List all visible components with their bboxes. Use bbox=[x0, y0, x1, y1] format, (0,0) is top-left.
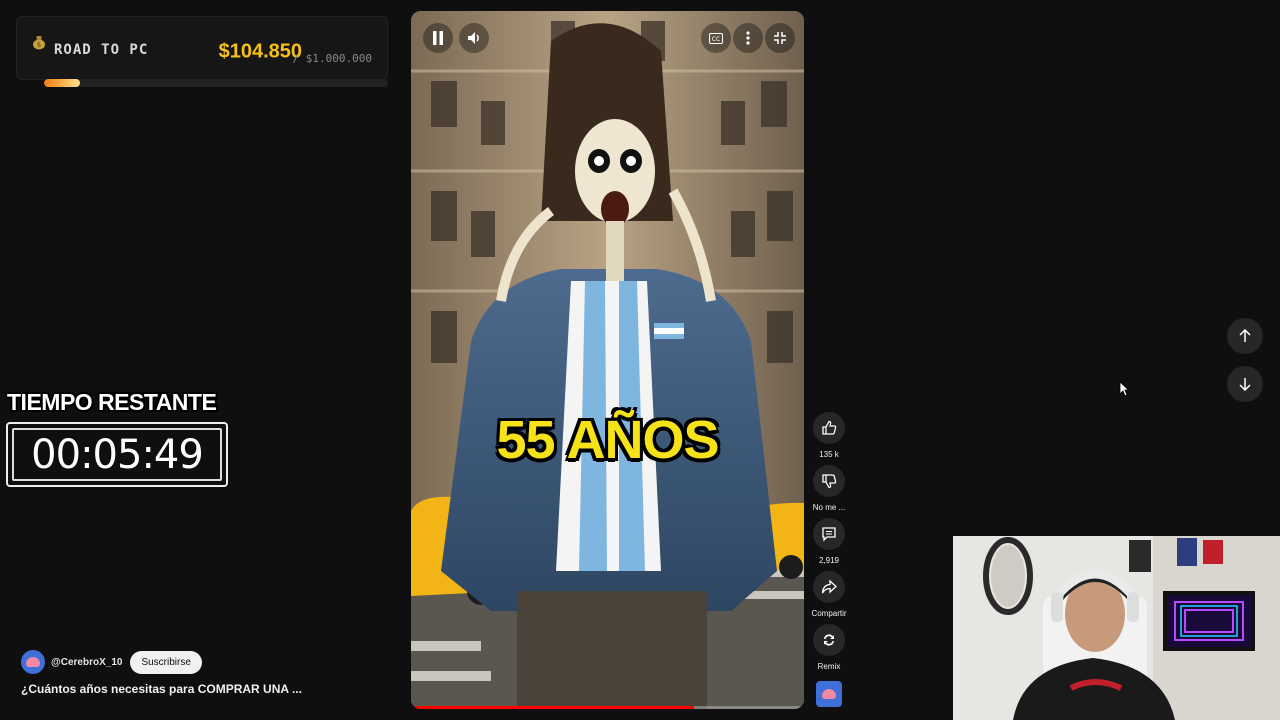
arrow-up-icon bbox=[1239, 329, 1251, 342]
like-button[interactable]: 135 k bbox=[813, 412, 845, 459]
share-icon bbox=[821, 579, 837, 594]
remix-label: Remix bbox=[817, 662, 841, 671]
channel-avatar[interactable] bbox=[21, 650, 45, 674]
goal-target-amount: / $1.000.000 bbox=[292, 52, 372, 65]
sound-avatar-icon bbox=[822, 689, 836, 699]
video-frame-image bbox=[411, 11, 804, 709]
timer-label: TIEMPO RESTANTE bbox=[7, 389, 217, 415]
goal-current-amount: $104.850 bbox=[218, 40, 302, 63]
remix-button[interactable]: Remix bbox=[813, 624, 845, 671]
volume-icon bbox=[468, 32, 479, 44]
arrow-down-icon bbox=[1239, 378, 1251, 391]
channel-handle[interactable]: @CerebroX_10 bbox=[51, 657, 122, 668]
video-progress-fill bbox=[411, 706, 694, 709]
comments-button[interactable]: 2,919 bbox=[813, 518, 845, 565]
previous-video-button[interactable] bbox=[1227, 318, 1263, 354]
video-overlay-caption: 55 AÑOS bbox=[496, 410, 719, 470]
dislike-button[interactable]: No me ... bbox=[813, 465, 845, 512]
goal-title: ROAD TO PC bbox=[54, 42, 149, 58]
channel-info: @CerebroX_10 Suscribirse bbox=[21, 650, 202, 674]
video-title[interactable]: ¿Cuántos años necesitas para COMPRAR UNA… bbox=[21, 682, 302, 696]
subscribe-button[interactable]: Suscribirse bbox=[130, 650, 202, 674]
goal-progress-fill bbox=[44, 79, 81, 87]
shorts-video-player[interactable]: 55 AÑOS CC bbox=[411, 11, 804, 709]
money-bag-icon: $ bbox=[33, 36, 45, 50]
dislike-label: No me ... bbox=[812, 503, 846, 512]
comments-count: 2,919 bbox=[818, 556, 840, 565]
share-button[interactable]: Compartir bbox=[811, 571, 847, 618]
remix-icon bbox=[824, 634, 834, 646]
exit-fullscreen-button[interactable] bbox=[765, 23, 795, 53]
svg-text:$: $ bbox=[37, 41, 41, 49]
like-count: 135 k bbox=[819, 450, 839, 459]
countdown-timer: 00:05:49 bbox=[6, 422, 228, 487]
captions-button[interactable]: CC bbox=[701, 23, 731, 53]
next-video-button[interactable] bbox=[1227, 366, 1263, 402]
svg-text:CC: CC bbox=[712, 36, 720, 43]
donation-goal-widget: $ ROAD TO PC $104.850 / $1.000.000 bbox=[16, 16, 388, 87]
comment-icon bbox=[822, 527, 836, 542]
more-options-button[interactable] bbox=[733, 23, 763, 53]
thumbs-down-icon bbox=[822, 474, 837, 489]
sound-thumbnail[interactable] bbox=[816, 681, 842, 707]
goal-progress-bar bbox=[44, 79, 388, 87]
more-icon bbox=[746, 31, 750, 45]
video-progress-bar[interactable] bbox=[411, 706, 804, 709]
thumbs-up-icon bbox=[822, 420, 837, 435]
shorts-actions: 135 k No me ... 2,919 Compartir Remix bbox=[809, 412, 849, 707]
pause-button[interactable] bbox=[423, 23, 453, 53]
timer-value: 00:05:49 bbox=[12, 428, 222, 481]
pause-icon bbox=[433, 31, 443, 45]
captions-icon: CC bbox=[709, 32, 723, 44]
mouse-cursor-icon bbox=[1119, 381, 1129, 397]
volume-button[interactable] bbox=[459, 23, 489, 53]
share-label: Compartir bbox=[811, 609, 847, 618]
webcam-overlay bbox=[953, 536, 1280, 720]
exit-fullscreen-icon bbox=[774, 32, 786, 44]
